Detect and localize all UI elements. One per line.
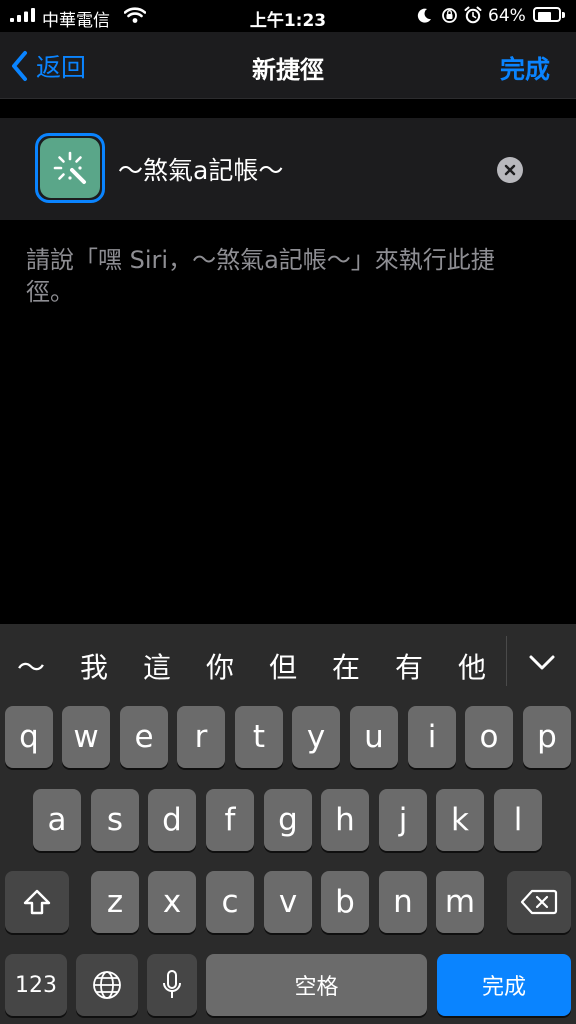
shortcut-icon-tile [40,138,100,198]
candidate-word[interactable]: ～ [11,646,51,686]
key-m[interactable]: m [436,871,484,933]
key-n[interactable]: n [379,871,427,933]
key-u[interactable]: u [350,706,398,768]
key-z[interactable]: z [91,871,139,933]
key-f[interactable]: f [206,789,254,851]
moon-icon [417,8,431,23]
key-d[interactable]: d [148,789,196,851]
candidate-divider [506,636,507,686]
numbers-key[interactable]: 123 [5,954,67,1016]
shortcut-name-field[interactable]: ～煞氣a記帳～ [118,151,283,187]
siri-hint-text: 請說「嘿 Siri，～煞氣a記帳～」來執行此捷徑。 [26,246,495,306]
delete-key[interactable] [507,871,571,933]
candidate-word[interactable]: 這 [137,646,177,686]
key-a[interactable]: a [33,789,81,851]
key-s[interactable]: s [91,789,139,851]
dictation-key[interactable] [147,954,197,1016]
orientation-lock-icon [442,8,457,23]
candidate-word[interactable]: 我 [74,646,114,686]
shortcut-name-row: ～煞氣a記帳～ [0,118,576,220]
shift-icon [23,889,51,915]
candidate-word[interactable]: 你 [200,646,240,686]
clear-text-button[interactable] [497,157,523,183]
backspace-icon [520,889,558,915]
key-k[interactable]: k [436,789,484,851]
globe-icon [93,971,121,999]
key-v[interactable]: v [264,871,312,933]
key-r[interactable]: r [177,706,225,768]
key-b[interactable]: b [321,871,369,933]
candidate-word[interactable]: 但 [263,646,303,686]
candidate-bar: ～ 我 這 你 但 在 有 他 [0,624,576,702]
return-key[interactable]: 完成 [437,954,571,1016]
battery-level [538,12,551,21]
key-h[interactable]: h [321,789,369,851]
page-title: 新捷徑 [252,56,324,84]
key-w[interactable]: w [62,706,110,768]
navigation-bar: 返回 新捷徑 完成 [0,32,576,99]
microphone-icon [163,970,181,998]
globe-key[interactable] [76,954,138,1016]
battery-percentage: 64% [488,6,526,26]
key-c[interactable]: c [206,871,254,933]
key-y[interactable]: y [292,706,340,768]
alarm-icon [464,6,482,24]
space-key[interactable]: 空格 [206,954,427,1016]
candidate-word[interactable]: 有 [389,646,429,686]
key-e[interactable]: e [120,706,168,768]
key-j[interactable]: j [379,789,427,851]
battery-icon [533,7,561,22]
battery-tip [562,12,565,18]
done-button[interactable]: 完成 [500,50,550,86]
status-bar: 中華電信 上午1:23 64% [0,0,576,32]
magic-wand-icon [53,151,86,184]
key-l[interactable]: l [494,789,542,851]
candidate-word[interactable]: 他 [452,646,492,686]
shift-key[interactable] [5,871,69,933]
close-icon [504,164,516,176]
key-o[interactable]: o [465,706,513,768]
key-i[interactable]: i [408,706,456,768]
key-t[interactable]: t [235,706,283,768]
key-g[interactable]: g [264,789,312,851]
candidate-word[interactable]: 在 [326,646,366,686]
key-x[interactable]: x [148,871,196,933]
keyboard: ～ 我 這 你 但 在 有 他 q w e r t y u i o p a s … [0,624,576,1024]
key-p[interactable]: p [523,706,571,768]
shortcut-icon-button[interactable] [35,133,105,203]
chevron-down-icon[interactable] [524,644,560,680]
key-q[interactable]: q [5,706,53,768]
